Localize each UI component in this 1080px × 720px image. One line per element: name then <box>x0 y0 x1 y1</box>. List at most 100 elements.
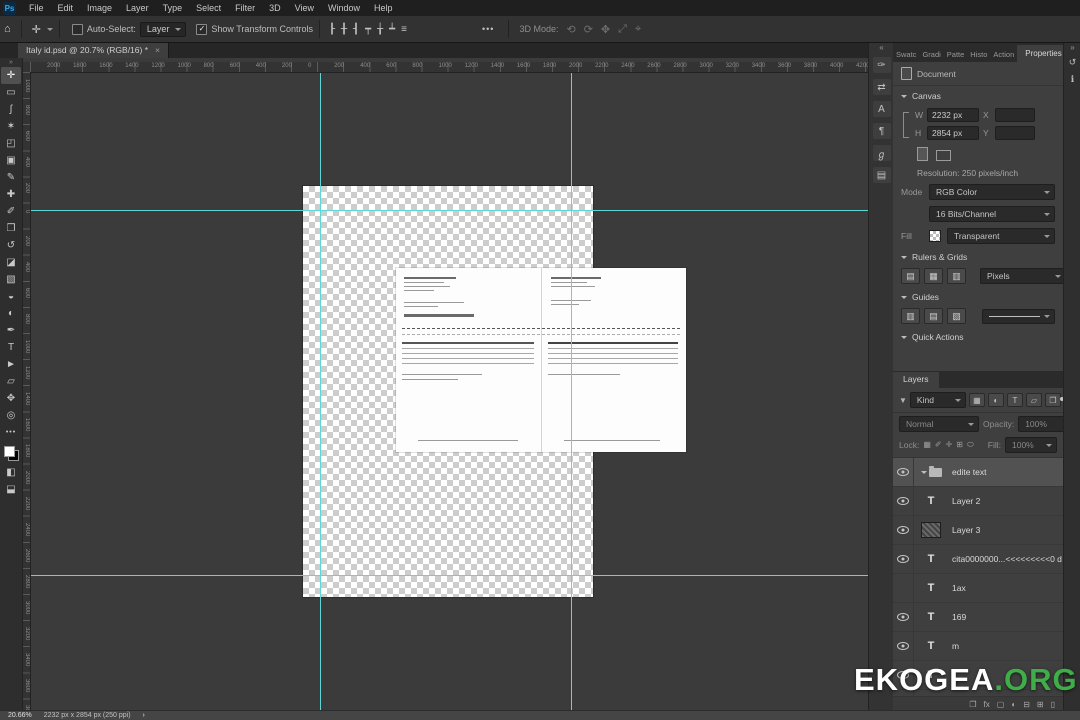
auto-select-target-dropdown[interactable]: Layer <box>139 21 187 37</box>
healing-brush-tool[interactable]: ✚ <box>1 186 21 203</box>
layers-delete-layer-icon[interactable]: ▯ <box>1051 700 1055 709</box>
layer-thumbnail[interactable]: T <box>914 495 948 507</box>
height-field[interactable]: 2854 px <box>927 126 979 140</box>
type-tool[interactable]: T <box>1 339 21 356</box>
distribute-icon[interactable]: ≡ <box>398 24 410 35</box>
expand-dock-icon[interactable]: « <box>879 42 883 54</box>
layers-new-group-icon[interactable]: ⊟ <box>1023 700 1030 709</box>
libraries-panel-icon[interactable]: ▤ <box>872 167 891 183</box>
guides-section-header[interactable]: Guides <box>893 287 1063 307</box>
align-horizontal-centers-icon[interactable]: ╂ <box>338 24 350 35</box>
3d-slide-icon[interactable]: ⤢ <box>614 23 631 36</box>
toggle-rulers-icon[interactable]: ▤ <box>901 268 920 284</box>
clone-stamp-tool[interactable]: ❐ <box>1 220 21 237</box>
landscape-orientation-icon[interactable] <box>936 150 951 161</box>
properties-document-row[interactable]: Document <box>893 62 1063 86</box>
guide-horizontal[interactable] <box>30 210 868 211</box>
quick-actions-section-header[interactable]: Quick Actions <box>893 327 1063 347</box>
dodge-tool[interactable]: ◐ <box>1 305 21 322</box>
3d-pan-icon[interactable]: ✥ <box>597 23 614 36</box>
layers-add-layer-mask-icon[interactable]: ▢ <box>997 700 1005 709</box>
menu-window[interactable]: Window <box>321 0 367 16</box>
menu-select[interactable]: Select <box>189 0 228 16</box>
hand-tool[interactable]: ✥ <box>1 390 21 407</box>
layers-adjustment-layer-icon[interactable]: ◐ <box>1011 700 1016 709</box>
layers-layer-effects-icon[interactable]: fx <box>984 700 990 709</box>
panel-tab-gradi[interactable]: Gradi <box>919 47 943 62</box>
character-panel-icon[interactable]: A <box>872 101 891 117</box>
align-vertical-centers-icon[interactable]: ╁ <box>374 24 386 35</box>
layer-row[interactable]: T 1ax <box>893 574 1063 603</box>
fill-dropdown[interactable]: Transparent <box>947 228 1055 244</box>
3d-zoom-icon[interactable]: ⌖ <box>631 23 645 36</box>
zoom-tool[interactable]: ◎ <box>1 407 21 424</box>
3d-orbit-icon[interactable]: ⟲ <box>562 23 579 36</box>
expand-right-dock-icon[interactable]: » <box>1070 42 1074 54</box>
panel-tab-patte[interactable]: Patte <box>944 47 968 62</box>
guide-vertical[interactable] <box>571 72 572 711</box>
lock-pixels-icon[interactable]: ✐ <box>935 440 942 450</box>
gradient-tool[interactable]: ▧ <box>1 271 21 288</box>
layer-row[interactable]: edite text <box>893 458 1063 487</box>
blur-tool[interactable]: ◒ <box>1 288 21 305</box>
filter-type-layers-icon[interactable]: T <box>1006 393 1023 407</box>
close-tab-icon[interactable]: × <box>155 45 160 55</box>
blend-mode-dropdown[interactable]: Normal <box>899 416 979 432</box>
layer-fill-dropdown[interactable]: 100% <box>1005 437 1057 453</box>
brush-settings-panel-icon[interactable]: ✑ <box>872 57 891 73</box>
layer-visibility-toggle[interactable] <box>893 574 914 602</box>
path-selection-tool[interactable]: ► <box>1 356 21 373</box>
status-arrow-icon[interactable]: › <box>143 712 145 719</box>
lock-all-icon[interactable]: ⬭ <box>967 440 974 450</box>
paragraph-panel-icon[interactable]: ¶ <box>872 123 891 139</box>
filter-smart-objects-icon[interactable]: ❐ <box>1044 393 1061 407</box>
layer-visibility-toggle[interactable] <box>893 458 914 486</box>
link-dimensions-icon[interactable] <box>903 112 909 138</box>
home-icon[interactable]: ⌂ <box>0 23 15 35</box>
menu-image[interactable]: Image <box>80 0 119 16</box>
current-tool-icon[interactable]: ✛ <box>28 23 45 36</box>
info-panel-icon[interactable]: ℹ <box>1066 73 1079 86</box>
bit-depth-dropdown[interactable]: 16 Bits/Channel <box>929 206 1055 222</box>
portrait-orientation-icon[interactable] <box>917 147 928 161</box>
horizontal-ruler[interactable]: 2000 1800 1600 1400 1200 1000 800 600 400 200 0 200… <box>30 62 868 73</box>
marquee-tool[interactable]: ▭ <box>1 84 21 101</box>
crop-tool[interactable]: ◰ <box>1 135 21 152</box>
layer-thumbnail[interactable] <box>914 465 948 477</box>
toggle-grid-icon[interactable]: ▦ <box>924 268 943 284</box>
layer-visibility-toggle[interactable] <box>893 603 914 631</box>
menu-file[interactable]: File <box>22 0 51 16</box>
pen-tool[interactable]: ✒ <box>1 322 21 339</box>
eyedropper-tool[interactable]: ✎ <box>1 169 21 186</box>
auto-select-checkbox[interactable] <box>71 23 83 35</box>
tool-preset-chevron-icon[interactable] <box>46 28 53 34</box>
history-brush-tool[interactable]: ↺ <box>1 237 21 254</box>
rulers-grids-section-header[interactable]: Rulers & Grids <box>893 247 1063 267</box>
vertical-ruler[interactable]: 1000 800 600 400 200 0 200 400 600 800 1000 1200 140… <box>22 72 31 711</box>
color-mode-dropdown[interactable]: RGB Color <box>929 184 1055 200</box>
menu-view[interactable]: View <box>288 0 321 16</box>
panel-tab-swatc[interactable]: Swatc <box>893 47 919 62</box>
align-left-edges-icon[interactable]: ┠ <box>326 24 338 35</box>
align-right-edges-icon[interactable]: ┨ <box>350 24 362 35</box>
layer-thumbnail[interactable]: T <box>914 640 948 652</box>
layer-thumbnail[interactable] <box>914 522 948 538</box>
layer-row[interactable]: T Layer 2 <box>893 487 1063 516</box>
document-tab[interactable]: Italy id.psd @ 20.7% (RGB/16) * × <box>18 42 169 58</box>
lock-position-icon[interactable]: ✛ <box>946 440 953 450</box>
align-top-edges-icon[interactable]: ┯ <box>362 24 374 35</box>
more-options-icon[interactable]: ••• <box>474 24 502 34</box>
clone-source-panel-icon[interactable]: ⇄ <box>872 79 891 95</box>
layer-row[interactable]: Tcita0000000...<<<<<<<<<0 d <box>893 545 1063 574</box>
canvas-section-header[interactable]: Canvas <box>893 86 1063 106</box>
y-field[interactable] <box>995 126 1035 140</box>
menu-3d[interactable]: 3D <box>262 0 288 16</box>
guide-vertical[interactable] <box>320 72 321 711</box>
move-tool[interactable]: ✛ <box>1 67 21 84</box>
quick-selection-tool[interactable]: ✶ <box>1 118 21 135</box>
toggle-snap-icon[interactable]: ▥ <box>947 268 966 284</box>
menu-layer[interactable]: Layer <box>119 0 156 16</box>
lock-artboard-icon[interactable]: ⊞ <box>956 440 963 450</box>
canvas-area[interactable] <box>30 72 868 711</box>
layer-visibility-toggle[interactable] <box>893 632 914 660</box>
